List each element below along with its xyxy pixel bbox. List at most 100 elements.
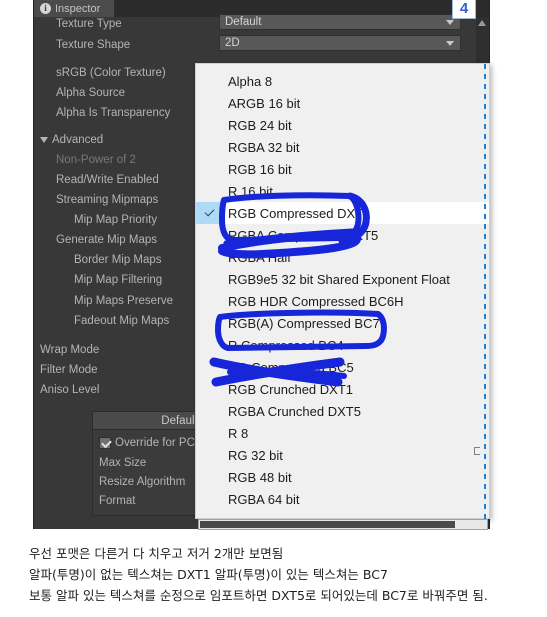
dropdown-item[interactable]: R Compressed BC4 [196,334,489,356]
scroll-up-arrow-icon[interactable] [478,20,486,26]
advanced-label: Streaming Mipmaps [56,193,159,206]
prop-label-wrap-mode: Wrap Mode [40,343,100,356]
dropdown-check-col [196,136,224,158]
advanced-item-border-mip-maps[interactable]: Border Mip Maps [74,250,162,269]
dropdown-item[interactable]: RG Compressed BC5 [196,356,489,378]
advanced-item-mip-maps-preserve[interactable]: Mip Maps Preserve [74,291,173,310]
info-icon: i [40,3,51,14]
platform-row-max-size: Max Size [99,457,147,469]
dropdown-item[interactable]: RGB Crunched DXT1 [196,378,489,400]
caption-line-2: 알파(투명)이 없는 텍스쳐는 DXT1 알파(투명)이 있는 텍스쳐는 BC7 [29,567,388,582]
dropdown-check-col [196,356,224,378]
dropdown-item-label: RGB Crunched DXT1 [228,381,353,397]
prop-label-aniso-level: Aniso Level [40,383,100,396]
resize-grip-icon[interactable] [474,447,480,455]
prop-label-texture-shape: Texture Shape [56,38,131,51]
advanced-label: Read/Write Enabled [56,173,159,186]
screenshot-root: i Inspector Texture Type Texture Shape s… [0,0,547,617]
dropdown-item[interactable]: ARGB 16 bit [196,92,489,114]
dropdown-item-label: RGB(A) Compressed BC7 [228,315,380,331]
dropdown-item[interactable]: RGB HDR Compressed BC6H [196,290,489,312]
chevron-down-icon [40,136,48,143]
dropdown-item-label: RGBA 64 bit [228,491,300,507]
scrollbar-thumb[interactable] [200,521,455,528]
dropdown-check-col [196,268,224,290]
dropdown-check-col [196,400,224,422]
dropdown-check-col [196,312,224,334]
advanced-label: Fadeout Mip Maps [74,314,170,327]
dropdown-item[interactable]: R 8 [196,422,489,444]
dropdown-check-col [196,422,224,444]
dropdown-item-label: R 16 bit [228,183,273,199]
platform-row-resize-algorithm: Resize Algorithm [99,476,186,488]
caption-line-3: 보통 알파 있는 텍스쳐를 순정으로 임포트하면 DXT5로 되어있는데 BC7… [29,588,488,603]
dropdown-item[interactable]: RGB 16 bit [196,158,489,180]
dropdown-item-label: RGB9e5 32 bit Shared Exponent Float [228,271,450,287]
dropdown-item-label: RGB 24 bit [228,117,292,133]
dropdown-item[interactable]: RGB 48 bit [196,466,489,488]
dropdown-item-label: R 8 [228,425,249,441]
advanced-item-read-write-enabled[interactable]: Read/Write Enabled [56,170,159,189]
advanced-item-non-power-of-2: Non-Power of 2 [56,150,136,169]
caption-line-1: 우선 포맷은 다른거 다 치우고 저거 2개만 보면됨 [29,546,284,561]
dropdown-item[interactable]: RG 32 bit [196,444,489,466]
dropdown-item-label: RGB 16 bit [228,161,292,177]
dropdown-check-col [196,158,224,180]
dropdown-horizontal-scrollbar[interactable] [198,519,488,530]
advanced-item-mip-map-priority[interactable]: Mip Map Priority [74,210,157,229]
prop-row-texture-shape: Texture Shape [56,35,130,54]
foldout-advanced[interactable]: Advanced [40,130,103,149]
dropdown-check-col [196,334,224,356]
dropdown-item[interactable]: RGBA 32 bit [196,136,489,158]
prop-label-alpha-source: Alpha Source [56,86,126,99]
dropdown-item[interactable]: RGBA 64 bit [196,488,489,510]
dropdown-check-col [196,114,224,136]
dropdown-item-selected[interactable]: RGB Compressed DXT1 [196,202,489,224]
dropdown-item-label: RG Compressed BC5 [228,359,354,375]
dropdown-item-label: RGB Compressed DXT1 [228,205,371,221]
count-badge-value: 4 [459,0,469,17]
override-for-platform-checkbox[interactable] [99,437,111,449]
prop-row-aniso-level[interactable]: Aniso Level [40,380,99,399]
prop-row-wrap-mode[interactable]: Wrap Mode [40,340,99,359]
dropdown-item-label: RG 32 bit [228,447,283,463]
dropdown-item-label: Alpha 8 [228,73,273,89]
platform-tab-label: Default [161,414,198,427]
advanced-label: Non-Power of 2 [56,153,136,166]
format-dropdown-popup[interactable]: Alpha 8 ARGB 16 bit RGB 24 bit RGBA 32 b… [195,63,490,520]
dropdown-item-label: RGB 48 bit [228,469,292,485]
dropdown-item-label: RGBA Crunched DXT5 [228,403,361,419]
dropdown-check-col [196,378,224,400]
checkmark-icon [196,202,224,224]
dropdown-item-label: RGBA Compressed DXT5 [228,227,379,243]
dropdown-check-col [196,224,224,246]
advanced-item-fadeout-mip-maps[interactable]: Fadeout Mip Maps [74,311,169,330]
advanced-item-generate-mip-maps[interactable]: Generate Mip Maps [56,230,157,249]
dropdown-item[interactable]: R 16 bit [196,180,489,202]
tab-inspector-label: Inspector [55,2,101,15]
caption-block: 우선 포맷은 다른거 다 치우고 저거 2개만 보면됨 알파(투명)이 없는 텍… [29,543,539,606]
texture-type-dropdown[interactable]: Default [219,14,461,30]
advanced-item-mip-map-filtering[interactable]: Mip Map Filtering [74,270,162,289]
dropdown-item[interactable]: RGBA Crunched DXT5 [196,400,489,422]
prop-row-srgb: sRGB (Color Texture) [56,63,166,82]
foldout-advanced-label: Advanced [52,133,104,146]
prop-label-srgb: sRGB (Color Texture) [56,66,166,79]
prop-label-texture-type: Texture Type [56,17,122,30]
chevron-down-icon [446,41,454,46]
texture-shape-value: 2D [225,37,240,49]
prop-row-filter-mode[interactable]: Filter Mode [40,360,98,379]
texture-shape-dropdown[interactable]: 2D [219,35,461,51]
dropdown-item[interactable]: RGB(A) Compressed BC7 [196,312,489,334]
dropdown-item[interactable]: RGBA Compressed DXT5 [196,224,489,246]
prop-row-alpha-is-transparency: Alpha Is Transparency [56,103,170,122]
dropdown-check-col [196,488,224,510]
advanced-label: Mip Map Priority [74,213,158,226]
dropdown-focus-outline [484,64,486,520]
prop-label-filter-mode: Filter Mode [40,363,98,376]
dropdown-item[interactable]: RGBA Half [196,246,489,268]
dropdown-item[interactable]: RGB9e5 32 bit Shared Exponent Float [196,268,489,290]
dropdown-item[interactable]: Alpha 8 [196,70,489,92]
dropdown-item[interactable]: RGB 24 bit [196,114,489,136]
advanced-item-streaming-mipmaps[interactable]: Streaming Mipmaps [56,190,158,209]
